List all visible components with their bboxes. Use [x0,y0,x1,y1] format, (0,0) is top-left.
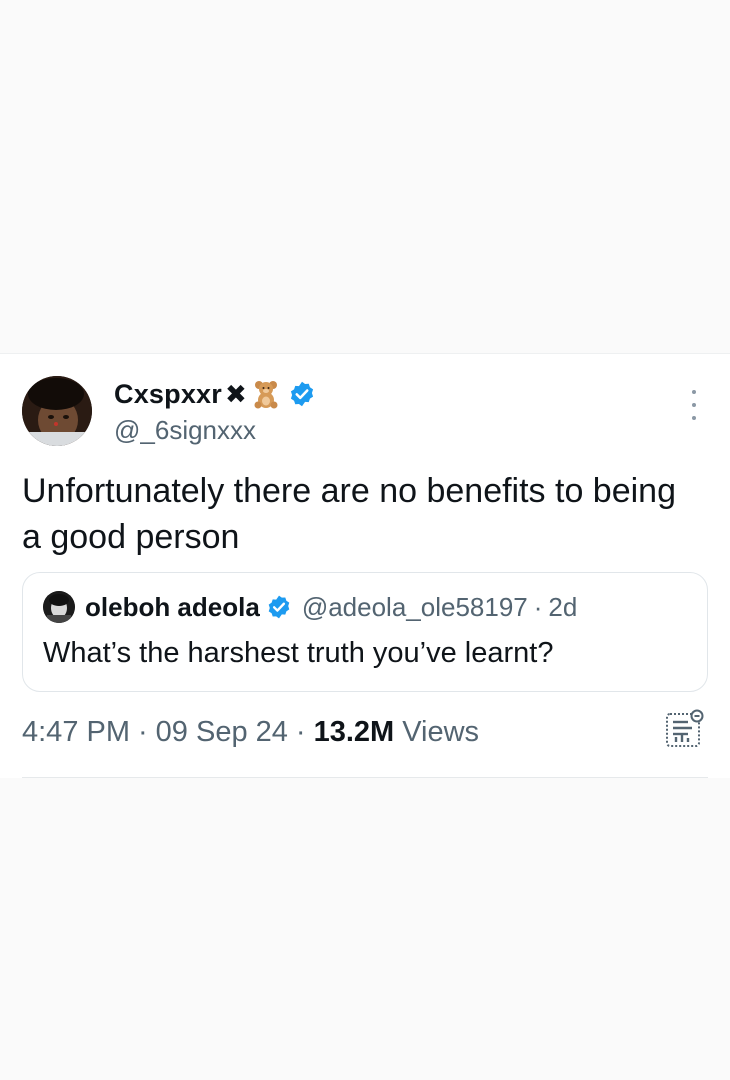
quoted-author-name[interactable]: oleboh adeola [85,592,260,623]
author-name-row[interactable]: Cxspxxr ✖ [114,374,316,414]
quoted-tweet-header: oleboh adeola @adeola_ole58197 · 2d [43,591,577,623]
verified-badge-icon[interactable] [288,380,316,408]
author-avatar[interactable] [22,376,92,446]
tweet-meta-row: 4:47 PM · 09 Sep 24 · 13.2M Views [22,716,479,749]
quoted-author-avatar[interactable] [43,591,75,623]
quoted-tweet-card[interactable]: oleboh adeola @adeola_ole58197 · 2d What… [22,572,708,692]
teddy-bear-emoji-icon [254,381,278,409]
analytics-icon[interactable] [664,708,704,748]
more-dot [692,416,696,420]
more-dot [692,390,696,394]
meta-separator: · [138,716,148,748]
tweet-date[interactable]: 09 Sep 24 [156,716,288,749]
tweet-time[interactable]: 4:47 PM [22,716,130,749]
quoted-timestamp[interactable]: 2d [548,592,577,623]
quoted-verified-badge-icon [268,595,290,619]
tweet-card[interactable] [0,353,730,778]
views-label: Views [402,716,480,748]
quoted-author-handle[interactable]: @adeola_ole58197 [302,592,528,623]
tweet-text: Unfortunately there are no benefits to b… [22,472,676,556]
avatar-photo [22,376,92,446]
quoted-separator: · [533,591,543,622]
author-handle[interactable]: @_6signxxx [114,415,256,446]
meta-separator: · [295,716,306,748]
more-options-icon[interactable] [682,390,706,420]
more-dot [692,403,696,407]
author-display-name[interactable]: Cxspxxr [114,379,222,410]
quoted-avatar-photo [43,591,75,623]
views-count: 13.2M [313,716,395,748]
cross-mark-emoji: ✖ [224,379,247,409]
divider [22,777,708,778]
page: Cxspxxr ✖ @_6signxxx Unfortunately there… [0,0,730,1080]
quoted-tweet-text: What’s the harshest truth you’ve learnt? [43,637,554,669]
